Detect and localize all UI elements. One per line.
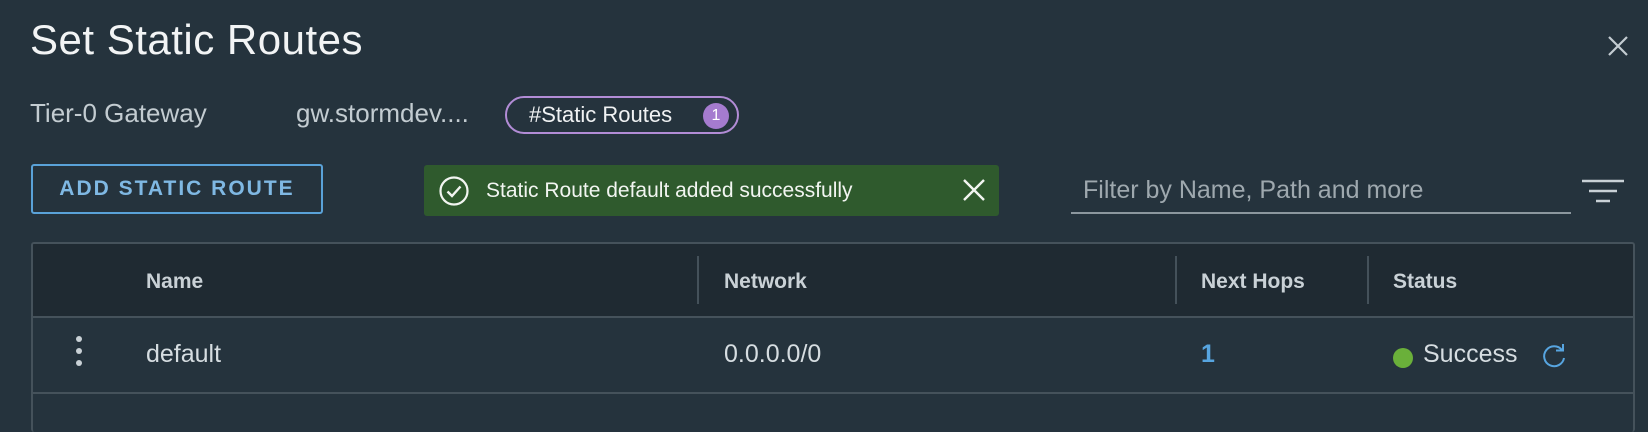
toast-message: Static Route default added successfully [486,179,853,202]
filter-icon[interactable] [1580,176,1626,206]
column-resizer[interactable] [1367,256,1369,304]
grid-header: Name Network Next Hops Status [33,244,1633,318]
gateway-type-label: Tier-0 Gateway [30,98,207,128]
column-header-next-hops[interactable]: Next Hops [1201,270,1305,294]
column-header-network[interactable]: Network [724,270,807,294]
check-circle-icon [439,176,469,206]
add-static-route-button[interactable]: ADD STATIC ROUTE [31,164,323,214]
row-actions-icon[interactable] [75,336,83,372]
network-cell: 0.0.0.0/0 [724,340,822,368]
close-icon[interactable] [1606,34,1630,58]
route-name-cell: default [146,340,222,368]
column-header-status[interactable]: Status [1393,270,1457,294]
column-resizer[interactable] [1175,256,1177,304]
static-routes-grid: Name Network Next Hops Status default 0.… [31,242,1635,432]
column-resizer[interactable] [697,256,699,304]
next-hops-link[interactable]: 1 [1201,340,1215,369]
success-toast: Static Route default added successfully [424,165,999,216]
table-row: default 0.0.0.0/0 1 Success [33,318,1633,394]
static-routes-count-pill[interactable]: #Static Routes 1 [505,96,739,134]
page-title: Set Static Routes [30,16,363,63]
refresh-icon[interactable] [1540,342,1568,370]
toast-close-icon[interactable] [961,177,987,203]
pill-label: #Static Routes [529,102,673,127]
gateway-name: gw.stormdev.... [296,98,469,128]
column-header-name[interactable]: Name [146,270,203,294]
filter-input[interactable] [1071,168,1571,214]
status-success-icon [1393,348,1413,368]
pill-count-badge: 1 [703,103,729,129]
status-text: Success [1423,340,1518,368]
